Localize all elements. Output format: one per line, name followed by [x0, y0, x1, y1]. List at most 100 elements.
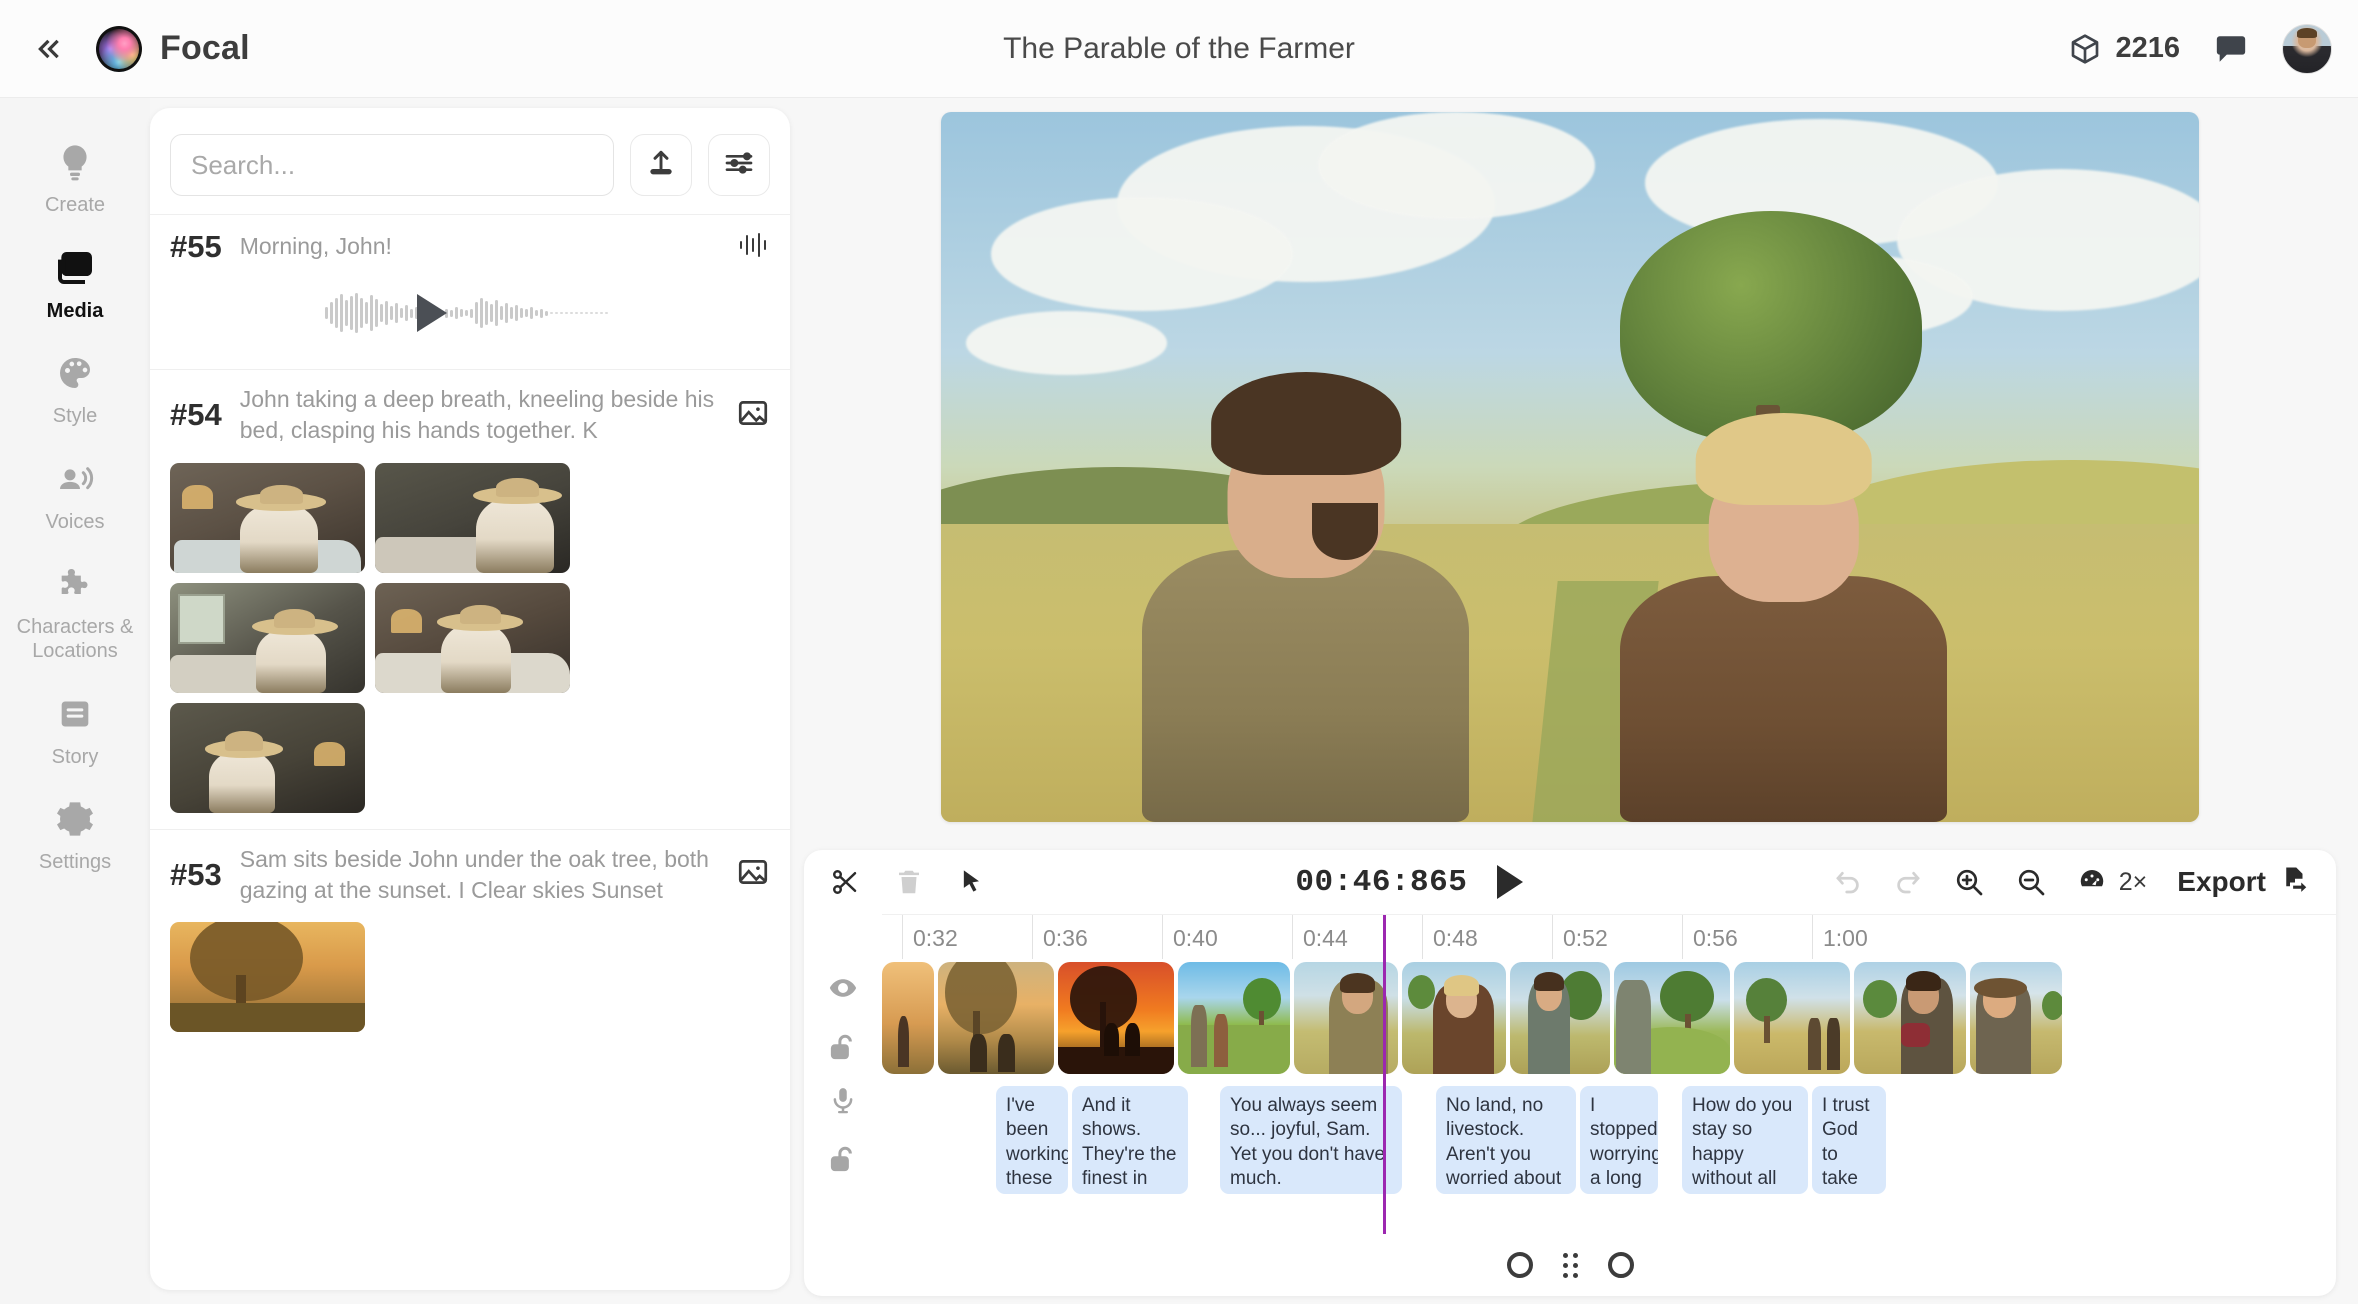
subtitle-clip[interactable]: You always seem so... joyful, Sam. Yet y… [1220, 1086, 1402, 1194]
ruler-tick-label: 0:56 [1693, 925, 1738, 952]
clip[interactable] [882, 962, 934, 1074]
unlock-icon[interactable] [828, 1144, 858, 1179]
zoom-out-icon[interactable] [2015, 866, 2047, 898]
brand[interactable]: Focal [96, 26, 250, 72]
list-item[interactable]: #54 John taking a deep breath, kneeling … [150, 369, 790, 829]
sidebar-item-media[interactable]: Media [0, 234, 150, 336]
scene-header: #55 Morning, John! [170, 229, 770, 265]
image-icon[interactable] [736, 396, 770, 435]
puzzle-piece-icon [55, 564, 95, 609]
page-title: The Parable of the Farmer [0, 32, 2358, 66]
subtitle-clip[interactable]: I stopped worrying a long time ago. [1580, 1086, 1658, 1194]
video-track[interactable] [882, 962, 2062, 1074]
playback-speed-control[interactable]: 2× [2077, 865, 2148, 900]
voice-icon [55, 459, 95, 504]
subtitle-clip[interactable]: I've been working these fields my... [996, 1086, 1068, 1194]
range-start-handle[interactable] [1507, 1252, 1533, 1278]
app-body: Create Media Style Voices [0, 98, 2358, 1304]
list-item[interactable]: #53 Sam sits beside John under the oak t… [150, 829, 790, 1049]
upload-button[interactable] [630, 134, 692, 196]
timeline-tracks[interactable]: I've been working these fields my... And… [882, 958, 2336, 1234]
sidebar-item-style[interactable]: Style [0, 339, 150, 441]
thumbnail[interactable] [375, 583, 570, 693]
timeline-actions: 2× Export [1833, 865, 2310, 900]
thumbnail[interactable] [375, 463, 570, 573]
subtitle-clip[interactable]: And it shows. They're the finest in the … [1072, 1086, 1188, 1194]
trash-icon[interactable] [894, 867, 924, 897]
filter-button[interactable] [708, 134, 770, 196]
sidebar-item-create[interactable]: Create [0, 128, 150, 230]
clip[interactable] [1614, 962, 1730, 1074]
thumbnail[interactable] [170, 463, 365, 573]
video-track-controls [828, 964, 858, 1076]
scene-thumbnails [170, 447, 770, 813]
video-preview[interactable] [941, 112, 2199, 822]
clip[interactable] [938, 962, 1054, 1074]
clip[interactable] [1058, 962, 1174, 1074]
ruler-tick-label: 0:48 [1433, 925, 1478, 952]
playhead[interactable] [1383, 958, 1386, 1234]
double-chevron-left-icon[interactable] [26, 27, 70, 71]
media-scene-list[interactable]: #55 Morning, John! [150, 214, 790, 1290]
credits-display[interactable]: 2216 [2069, 32, 2180, 65]
sidebar-item-characters-locations[interactable]: Characters & Locations [0, 550, 150, 675]
speed-value: 2× [2119, 868, 2148, 897]
clip[interactable] [1178, 962, 1290, 1074]
audio-waveform[interactable] [325, 291, 615, 335]
sidebar-item-story[interactable]: Story [0, 680, 150, 782]
avatar[interactable] [2282, 24, 2332, 74]
range-drag-grip[interactable] [1563, 1253, 1578, 1278]
microphone-icon[interactable] [828, 1085, 858, 1120]
track-gutter [804, 958, 882, 1234]
upload-icon [645, 147, 677, 184]
gear-icon [55, 799, 95, 844]
clip[interactable] [1734, 962, 1850, 1074]
timeline-zoom-range [804, 1234, 2336, 1296]
playhead-ruler[interactable] [1383, 915, 1386, 959]
thumbnail[interactable] [170, 922, 365, 1032]
editor-main: 00:46:865 [790, 98, 2358, 1304]
play-icon[interactable] [417, 294, 447, 332]
character-left [1142, 353, 1469, 822]
play-icon[interactable] [1497, 865, 1523, 899]
subtitle-clip[interactable]: No land, no livestock. Aren't you worrie… [1436, 1086, 1576, 1194]
range-end-handle[interactable] [1608, 1252, 1634, 1278]
cursor-arrow-icon[interactable] [958, 868, 986, 896]
list-item[interactable]: #55 Morning, John! [150, 214, 790, 369]
clip[interactable] [1854, 962, 1966, 1074]
waveform-icon[interactable] [736, 230, 770, 265]
ruler-tick-label: 1:00 [1823, 925, 1868, 952]
export-button[interactable]: Export [2177, 865, 2310, 900]
subtitle-clip[interactable]: How do you stay so happy without all the… [1682, 1086, 1808, 1194]
timeline-body: I've been working these fields my... And… [804, 958, 2336, 1234]
unlock-icon[interactable] [828, 1032, 858, 1067]
comment-bubble-icon[interactable] [2214, 32, 2248, 66]
subtitle-clip[interactable]: I trust God to take care of me. [1812, 1086, 1886, 1194]
scene-number: #55 [170, 229, 222, 265]
image-stack-icon [55, 248, 95, 293]
clip[interactable] [1970, 962, 2062, 1074]
scene-thumbnails [170, 906, 770, 1032]
scissors-icon[interactable] [830, 867, 860, 897]
eye-icon[interactable] [828, 973, 858, 1008]
sidebar-item-label: Voices [46, 511, 105, 535]
sidebar-item-label: Characters & Locations [6, 616, 144, 663]
clip[interactable] [1510, 962, 1610, 1074]
thumbnail[interactable] [170, 583, 365, 693]
zoom-in-icon[interactable] [1953, 866, 1985, 898]
image-icon[interactable] [736, 855, 770, 894]
scene-description: Morning, John! [240, 231, 718, 262]
sidebar-item-settings[interactable]: Settings [0, 785, 150, 887]
audio-player[interactable] [170, 265, 770, 353]
sidebar-item-voices[interactable]: Voices [0, 445, 150, 547]
speedometer-icon [2077, 865, 2107, 900]
clip[interactable] [1402, 962, 1506, 1074]
search-input[interactable] [170, 134, 614, 196]
cube-icon [2069, 33, 2101, 65]
redo-icon[interactable] [1893, 867, 1923, 897]
undo-icon[interactable] [1833, 867, 1863, 897]
ruler-tick-label: 0:36 [1043, 925, 1088, 952]
header-left: Focal [0, 26, 250, 72]
timeline-ruler[interactable]: 0:32 0:36 0:40 0:44 0:48 0:52 0:56 1:00 [882, 914, 2336, 958]
thumbnail[interactable] [170, 703, 365, 813]
